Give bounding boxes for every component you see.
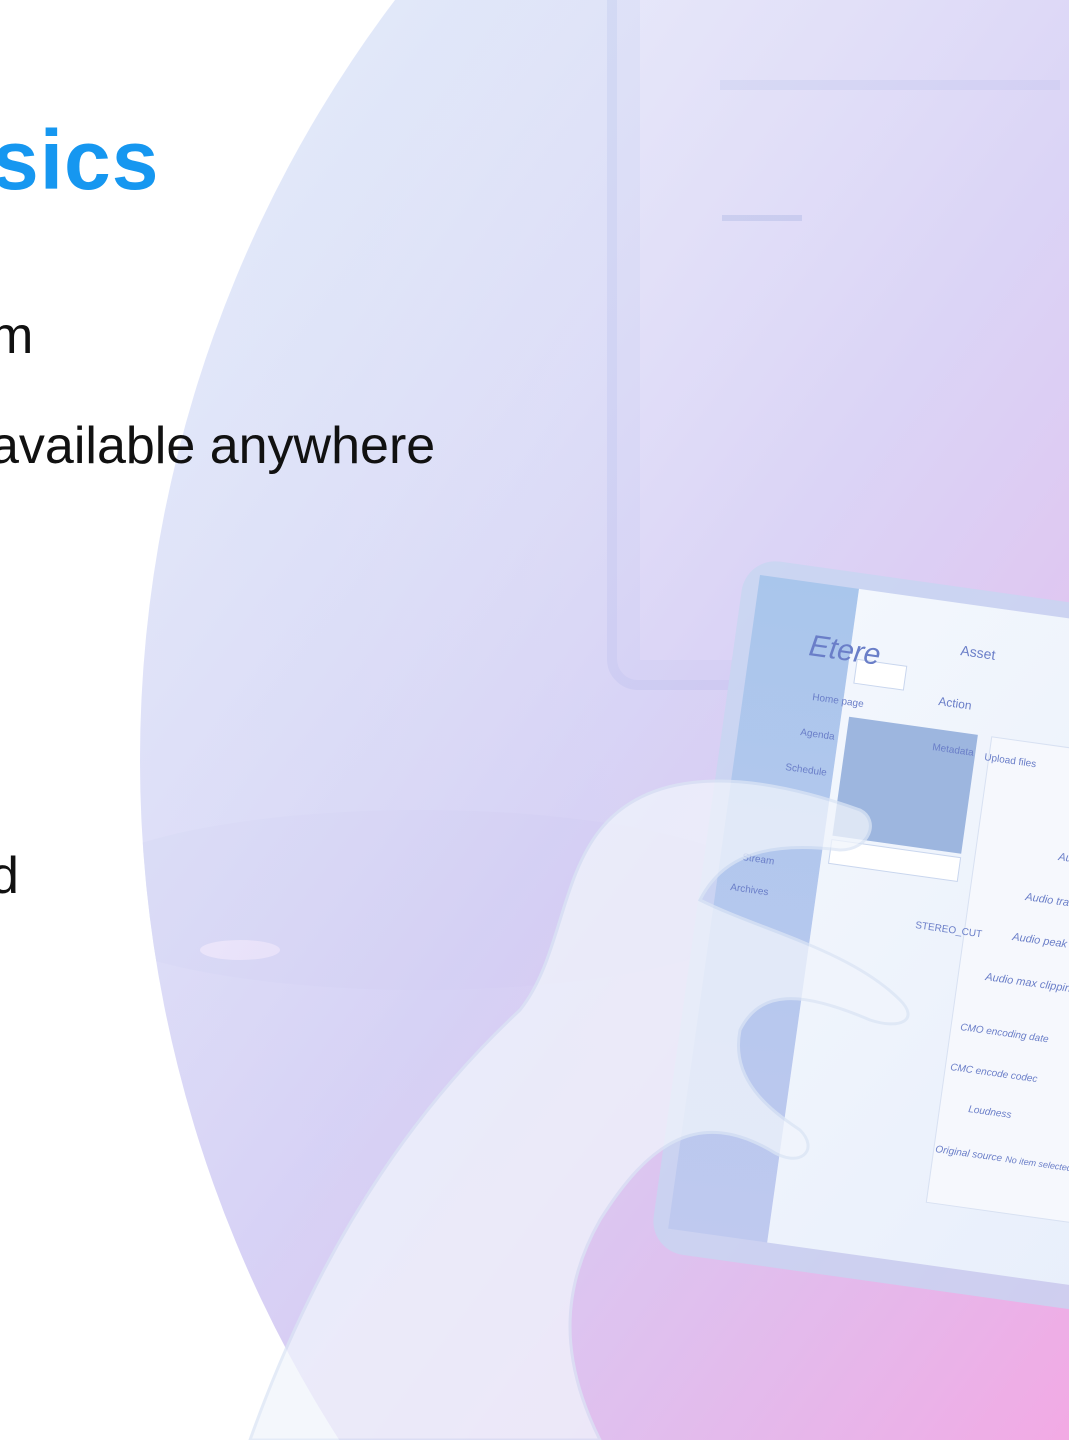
bullet-line: d — [0, 847, 19, 905]
slide-title: sics — [0, 113, 160, 207]
slide: Etere Asset Action Metadata Upload files… — [0, 0, 1069, 1440]
bullet-line: available anywhere — [0, 417, 436, 475]
bullet-line: m — [0, 307, 34, 365]
photo-background: Etere Asset Action Metadata Upload files… — [140, 0, 1069, 1440]
bullet-line: l — [0, 740, 2, 792]
